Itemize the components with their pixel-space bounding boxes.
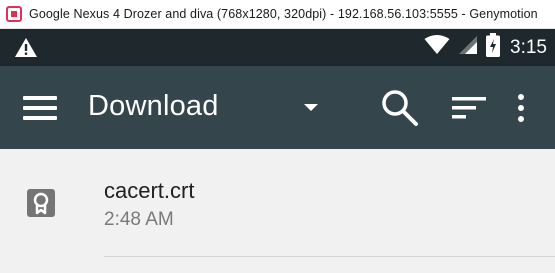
battery-charging-icon — [486, 33, 501, 62]
warning-icon — [14, 37, 38, 63]
cell-signal-icon — [458, 35, 478, 60]
menu-icon[interactable] — [21, 93, 59, 123]
certificate-icon — [27, 189, 55, 217]
status-clock: 3:15 — [510, 36, 547, 58]
dropdown-arrow-icon[interactable] — [298, 98, 324, 118]
file-name: cacert.crt — [104, 178, 195, 203]
list-item[interactable]: cacert.crt 2:48 AM — [0, 149, 555, 256]
file-timestamp: 2:48 AM — [104, 209, 174, 230]
genymotion-logo-icon — [6, 6, 22, 22]
more-vert-icon[interactable] — [506, 90, 536, 126]
window-title-text: Google Nexus 4 Drozer and diva (768x1280… — [29, 7, 538, 21]
list-divider — [104, 256, 555, 257]
status-bar: 3:15 — [0, 29, 555, 66]
file-list: cacert.crt 2:48 AM — [0, 149, 555, 273]
window-title-bar: Google Nexus 4 Drozer and diva (768x1280… — [0, 0, 555, 29]
sort-icon[interactable] — [448, 90, 490, 126]
app-toolbar: Download — [0, 66, 555, 149]
wifi-icon — [424, 35, 450, 60]
page-title[interactable]: Download — [88, 90, 219, 123]
search-icon[interactable] — [380, 88, 420, 128]
